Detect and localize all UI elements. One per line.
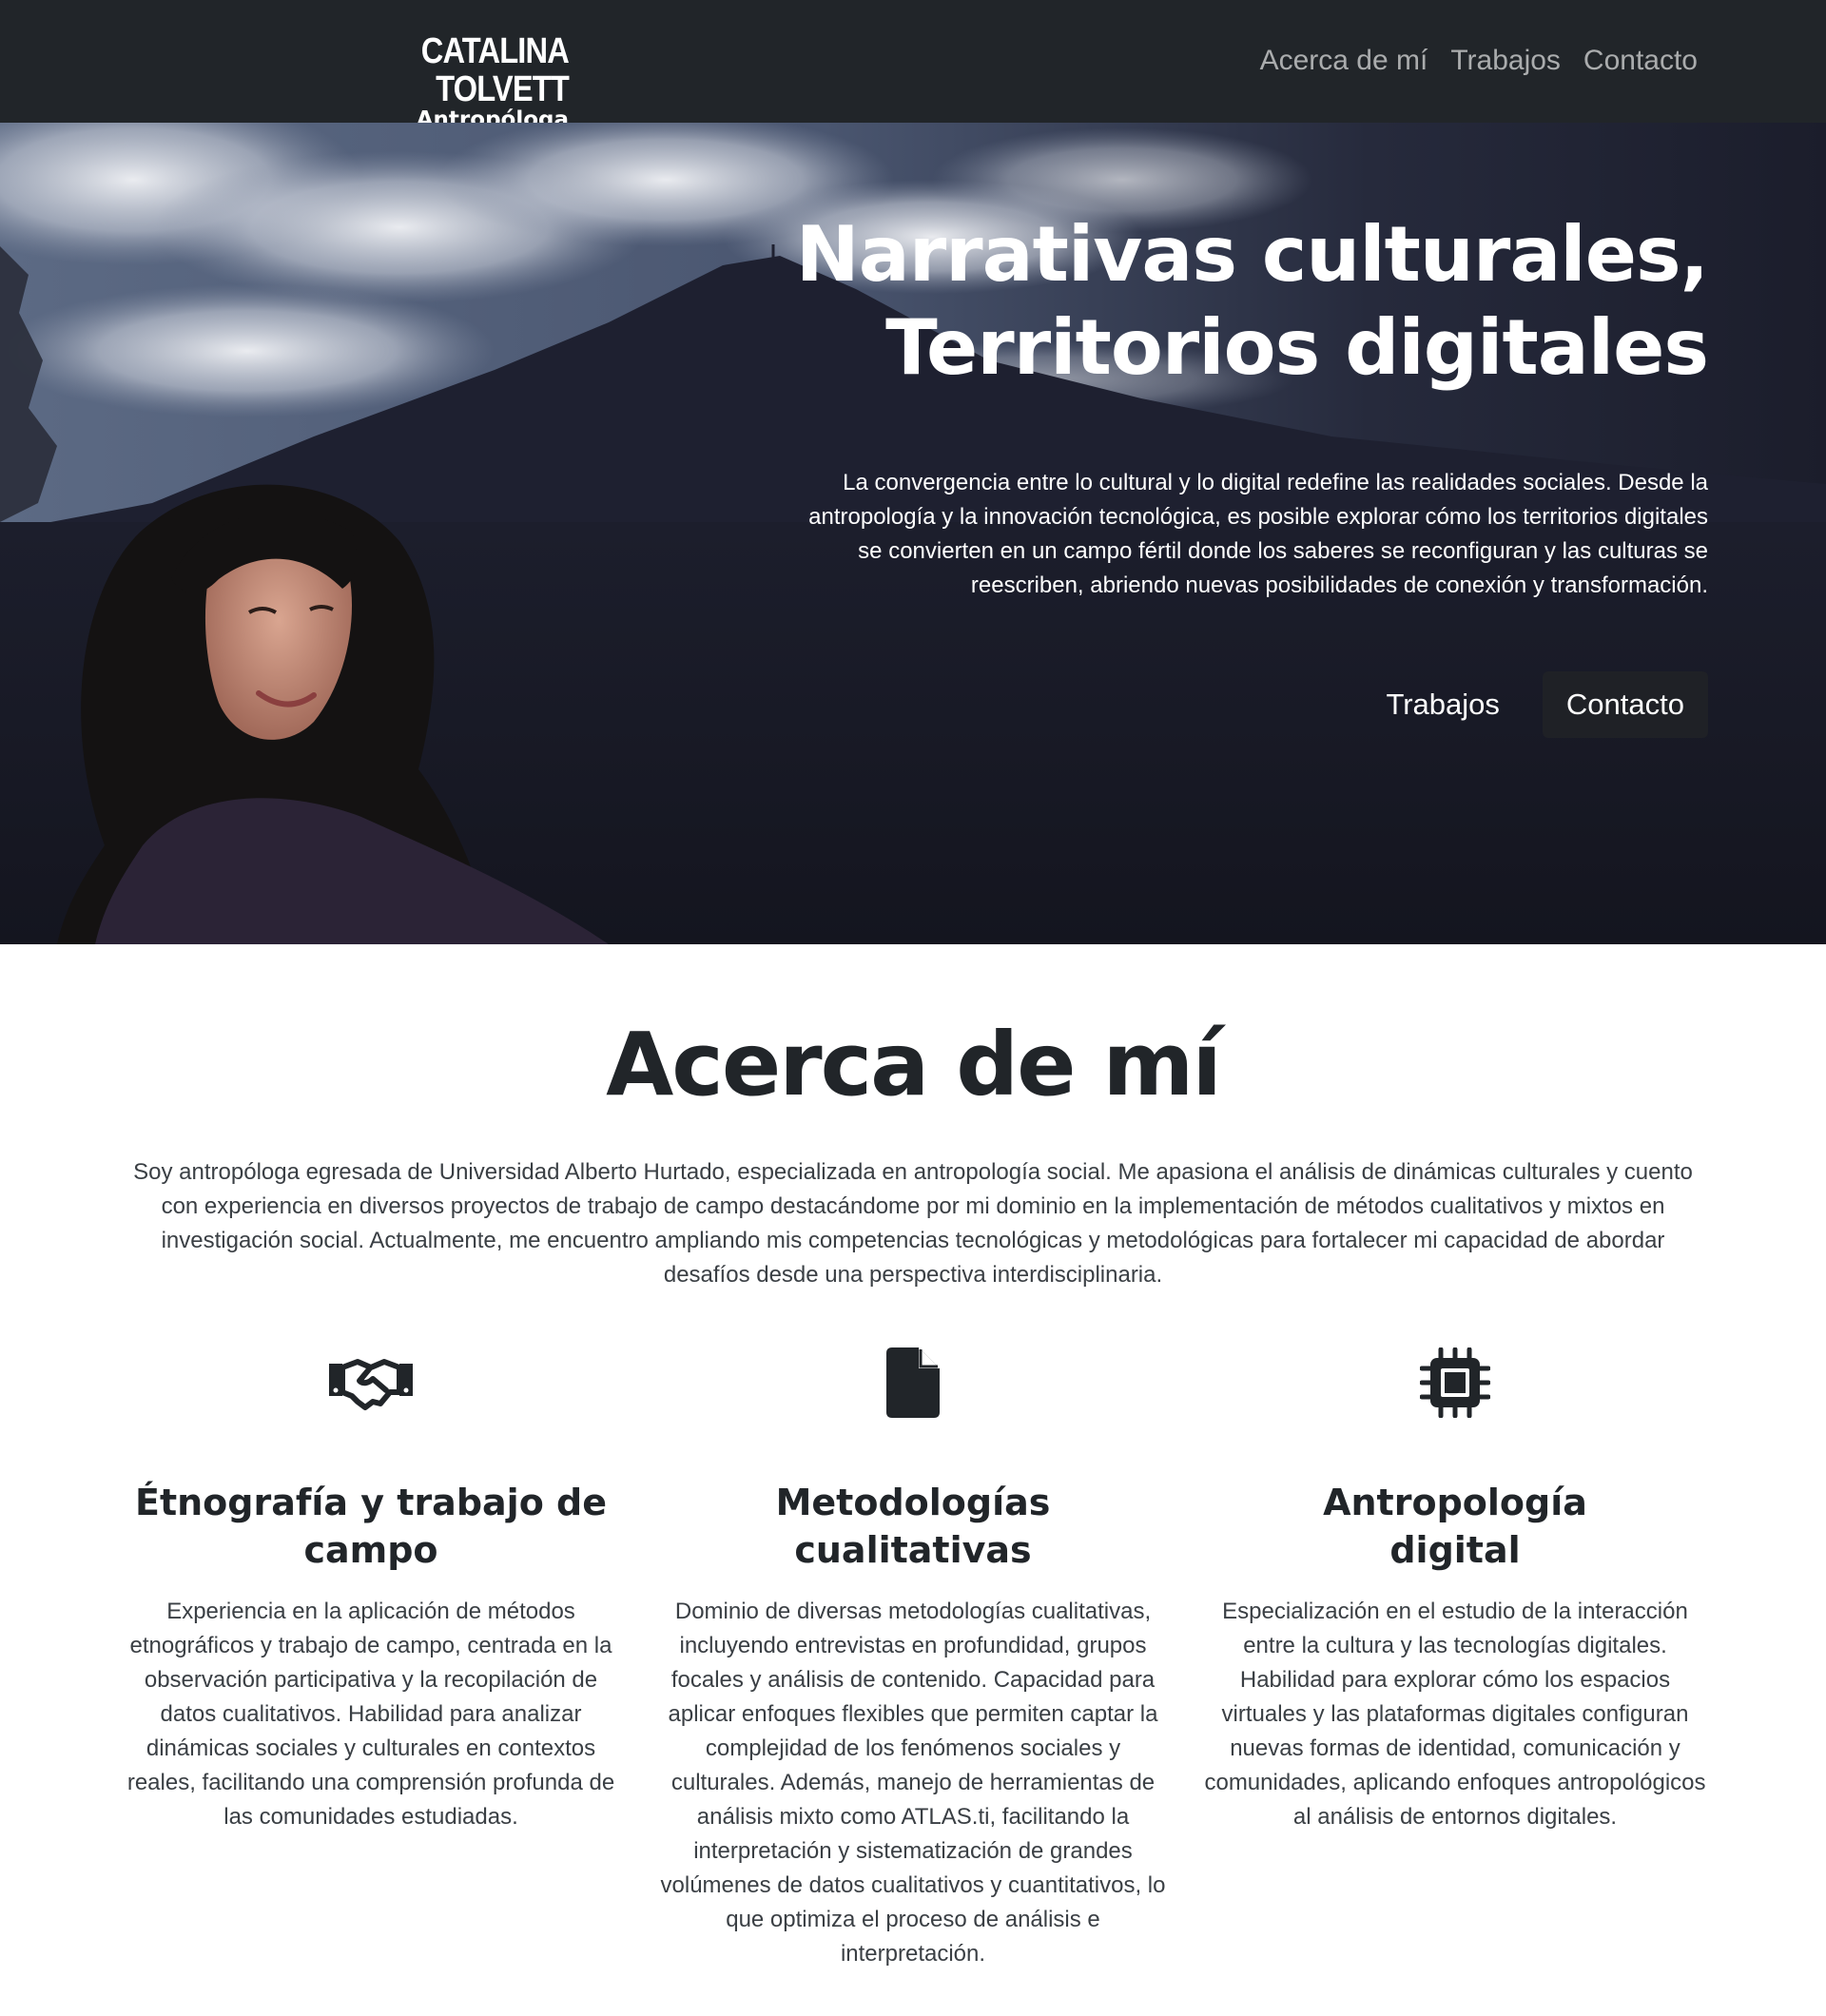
about-description: Soy antropóloga egresada de Universidad … <box>133 1159 1693 1288</box>
contact-button[interactable]: Contacto <box>1542 671 1708 738</box>
feature-title-line2: cualitativas <box>794 1529 1032 1571</box>
file-icon <box>886 1347 940 1418</box>
feature-text: Dominio de diversas metodologías cualita… <box>660 1599 1166 1967</box>
brand-logo[interactable]: CATALINA TOLVETT Antropóloga <box>306 31 570 133</box>
hero-actions: Trabajos Contacto <box>1362 671 1708 738</box>
feature-title-line1: Antropología <box>1323 1482 1587 1523</box>
nav-menu: Acerca de mí Trabajos Contacto <box>1260 42 1698 80</box>
feature-text: Especialización en el estudio de la inte… <box>1204 1599 1706 1830</box>
hero-description: La convergencia entre lo cultural y lo d… <box>808 470 1708 598</box>
about-title: Acerca de mí <box>606 1014 1222 1115</box>
feature-ethnography: Étnografía y trabajo de campo Experienci… <box>114 1346 628 1834</box>
feature-title-line1: Étnografía y trabajo de <box>134 1482 608 1523</box>
hero-title: Narrativas culturales, Territorios digit… <box>757 208 1709 395</box>
hero-title-line1: Narrativas culturales, <box>795 210 1709 299</box>
feature-title: Étnografía y trabajo de campo <box>114 1479 628 1574</box>
feature-title-line1: Metodologías <box>775 1482 1051 1523</box>
cpu-chip-icon <box>1420 1347 1490 1418</box>
navbar: CATALINA TOLVETT Antropóloga Acerca de m… <box>0 0 1826 132</box>
feature-title-line2: campo <box>303 1529 438 1571</box>
feature-title: Antropología digital <box>1198 1479 1712 1574</box>
nav-link-acerca[interactable]: Acerca de mí <box>1260 42 1428 80</box>
hero-section: Narrativas culturales, Territorios digit… <box>0 123 1826 944</box>
hero-title-line2: Territorios digitales <box>885 303 1709 392</box>
nav-link-contacto[interactable]: Contacto <box>1583 42 1698 80</box>
brand-name: CATALINA TOLVETT <box>420 31 570 109</box>
handshake-icon <box>329 1359 413 1410</box>
feature-title-line2: digital <box>1389 1529 1521 1571</box>
feature-text: Experiencia en la aplicación de métodos … <box>126 1599 615 1830</box>
nav-link-trabajos[interactable]: Trabajos <box>1450 42 1561 80</box>
works-button[interactable]: Trabajos <box>1362 671 1523 738</box>
feature-methodologies: Metodologías cualitativas Dominio de div… <box>656 1346 1170 1971</box>
feature-digital-anthropology: Antropología digital Especialización en … <box>1198 1346 1712 1834</box>
feature-title: Metodologías cualitativas <box>656 1479 1170 1574</box>
